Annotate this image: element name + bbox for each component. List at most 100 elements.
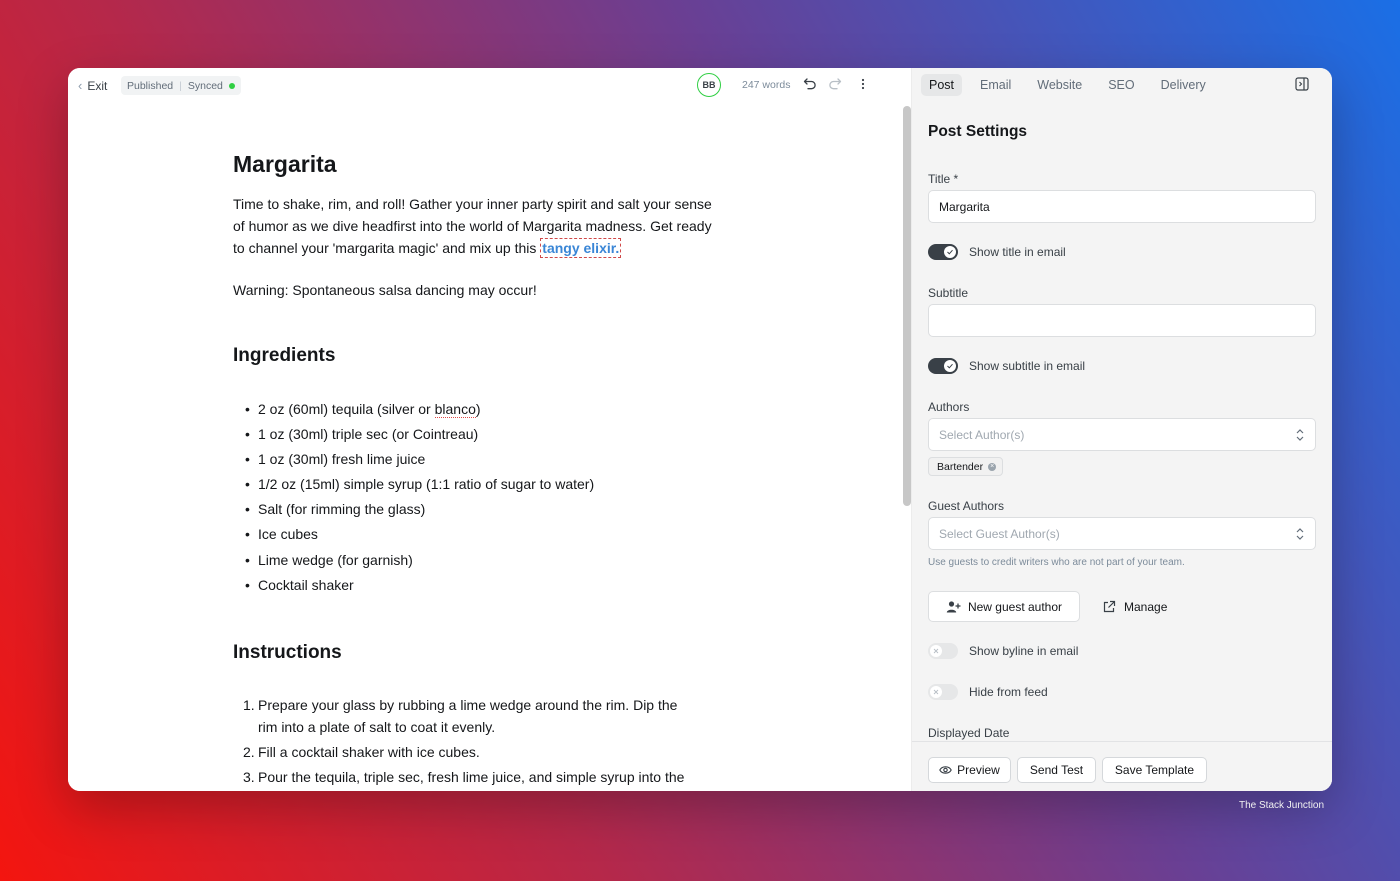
list-item[interactable]: 3. Pour the tequila, triple sec, fresh li… — [233, 766, 693, 788]
ingredients-list: 2 oz (60ml) tequila (silver or blanco) 1… — [233, 397, 713, 598]
chevron-updown-icon — [1296, 528, 1304, 540]
toggle-knob — [944, 246, 956, 258]
send-test-button[interactable]: Send Test — [1017, 757, 1096, 783]
authors-select[interactable]: Select Author(s) — [928, 418, 1316, 451]
toggle-knob — [944, 360, 956, 372]
title-label: Title * — [928, 172, 959, 186]
manage-button[interactable]: Manage — [1102, 598, 1167, 616]
subtitle-input[interactable] — [928, 304, 1316, 337]
show-byline-label: Show byline in email — [969, 644, 1079, 658]
editor-pane: ‹ Exit Published | Synced BB 247 words M — [68, 68, 901, 791]
list-item[interactable]: Lime wedge (for garnish) — [233, 548, 713, 573]
list-number: 1. — [243, 696, 255, 713]
sidebar-toggle-icon — [1295, 77, 1309, 91]
show-subtitle-toggle[interactable] — [928, 358, 958, 374]
list-item[interactable]: 2 oz (60ml) tequila (silver or blanco) — [233, 397, 713, 422]
authors-label: Authors — [928, 400, 970, 414]
avatar[interactable]: BB — [697, 73, 721, 97]
list-item-text: 2 oz (60ml) tequila (silver or — [258, 401, 435, 417]
show-subtitle-label: Show subtitle in email — [969, 359, 1086, 373]
external-link-icon — [1103, 600, 1116, 613]
chevron-left-icon: ‹ — [78, 78, 83, 93]
list-number: 3. — [243, 768, 255, 785]
watermark-credit: The Stack Junction — [1239, 800, 1325, 811]
tab-website[interactable]: Website — [1029, 74, 1090, 96]
guest-authors-select[interactable]: Select Guest Author(s) — [928, 517, 1316, 550]
new-guest-author-button[interactable]: New guest author — [928, 591, 1080, 622]
status-separator: | — [179, 79, 182, 92]
hide-from-feed-label: Hide from feed — [969, 685, 1048, 699]
list-item-text: Pour the tequila, triple sec, fresh lime… — [258, 768, 685, 785]
list-item[interactable]: 1. Prepare your glass by rubbing a lime w… — [233, 694, 693, 738]
author-chip-label: Bartender — [937, 460, 984, 473]
add-user-icon — [946, 600, 961, 612]
highlighted-link[interactable]: tangy elixir. — [540, 238, 622, 258]
show-title-label: Show title in email — [969, 245, 1066, 259]
list-item[interactable]: Cocktail shaker — [233, 573, 713, 598]
chevron-updown-icon — [1296, 429, 1304, 441]
redo-button[interactable] — [827, 76, 843, 92]
synced-dot-icon — [228, 82, 235, 89]
tab-seo[interactable]: SEO — [1100, 74, 1142, 96]
more-vertical-icon — [861, 78, 865, 90]
list-item[interactable]: 1 oz (30ml) fresh lime juice — [233, 447, 713, 472]
instructions-list: 1. Prepare your glass by rubbing a lime w… — [233, 694, 693, 788]
manage-label: Manage — [1124, 600, 1168, 614]
spellcheck-word: blanco — [434, 401, 476, 418]
preview-button[interactable]: Preview — [928, 757, 1011, 783]
eye-icon — [939, 766, 952, 774]
exit-button[interactable]: ‹ Exit — [78, 78, 107, 93]
status-published: Published — [127, 79, 174, 92]
toggle-knob — [930, 686, 942, 698]
check-icon — [947, 363, 953, 369]
guest-authors-hint: Use guests to credit writers who are not… — [928, 557, 1185, 568]
panel-footer: Preview Send Test Save Template — [912, 741, 1332, 791]
settings-panel: Post Email Website SEO Delivery Post Set… — [911, 68, 1332, 791]
show-byline-toggle[interactable] — [928, 643, 958, 659]
list-item-text-end: ) — [475, 401, 481, 417]
redo-icon — [829, 78, 842, 90]
app-window: ‹ Exit Published | Synced BB 247 words M — [68, 68, 1332, 791]
panel-toggle-button[interactable] — [1295, 77, 1309, 91]
undo-icon — [803, 78, 816, 90]
list-item[interactable]: Ice cubes — [233, 522, 713, 547]
close-icon — [933, 648, 939, 654]
word-count: 247 words — [742, 79, 791, 91]
editor-scrollbar[interactable] — [903, 106, 911, 506]
list-item[interactable]: 1 oz (30ml) triple sec (or Cointreau) — [233, 422, 713, 447]
hide-from-feed-toggle[interactable] — [928, 684, 958, 700]
instructions-heading[interactable]: Instructions — [233, 640, 713, 666]
status-badge: Published | Synced — [121, 76, 241, 95]
editor-toolbar: ‹ Exit Published | Synced BB 247 words — [68, 68, 901, 104]
tab-email[interactable]: Email — [972, 74, 1019, 96]
title-input[interactable]: Margarita — [928, 190, 1316, 223]
intro-text: Time to shake, rim, and roll! Gather you… — [233, 196, 712, 256]
subtitle-label: Subtitle — [928, 286, 969, 300]
warning-paragraph[interactable]: Warning: Spontaneous salsa dancing may o… — [233, 279, 713, 301]
list-item[interactable]: 2. Fill a cocktail shaker with ice cubes. — [233, 741, 693, 763]
save-template-button[interactable]: Save Template — [1102, 757, 1207, 783]
guest-authors-placeholder: Select Guest Author(s) — [939, 526, 1060, 541]
undo-button[interactable] — [802, 76, 818, 92]
intro-paragraph[interactable]: Time to shake, rim, and roll! Gather you… — [233, 193, 713, 259]
list-item[interactable]: Salt (for rimming the glass) — [233, 497, 713, 522]
ingredients-heading[interactable]: Ingredients — [233, 343, 713, 369]
toggle-knob — [930, 645, 942, 657]
tab-delivery[interactable]: Delivery — [1153, 74, 1214, 96]
new-guest-author-label: New guest author — [967, 599, 1063, 614]
article-body[interactable]: Margarita Time to shake, rim, and roll! … — [233, 148, 713, 791]
settings-tabs: Post Email Website SEO Delivery — [921, 74, 1218, 96]
guest-authors-label: Guest Authors — [928, 499, 1005, 513]
show-title-toggle[interactable] — [928, 244, 958, 260]
close-icon — [933, 689, 939, 695]
preview-label: Preview — [957, 763, 1000, 777]
more-options-button[interactable] — [855, 76, 871, 92]
exit-label: Exit — [87, 78, 108, 93]
remove-chip-icon[interactable]: × — [988, 462, 997, 471]
list-item[interactable]: 1/2 oz (15ml) simple syrup (1:1 ratio of… — [233, 472, 713, 497]
list-item-text: Prepare your glass by rubbing a lime wed… — [258, 696, 678, 735]
article-title[interactable]: Margarita — [233, 148, 713, 180]
authors-placeholder: Select Author(s) — [939, 427, 1025, 442]
author-chip[interactable]: Bartender × — [928, 457, 1004, 476]
tab-post[interactable]: Post — [921, 74, 963, 96]
